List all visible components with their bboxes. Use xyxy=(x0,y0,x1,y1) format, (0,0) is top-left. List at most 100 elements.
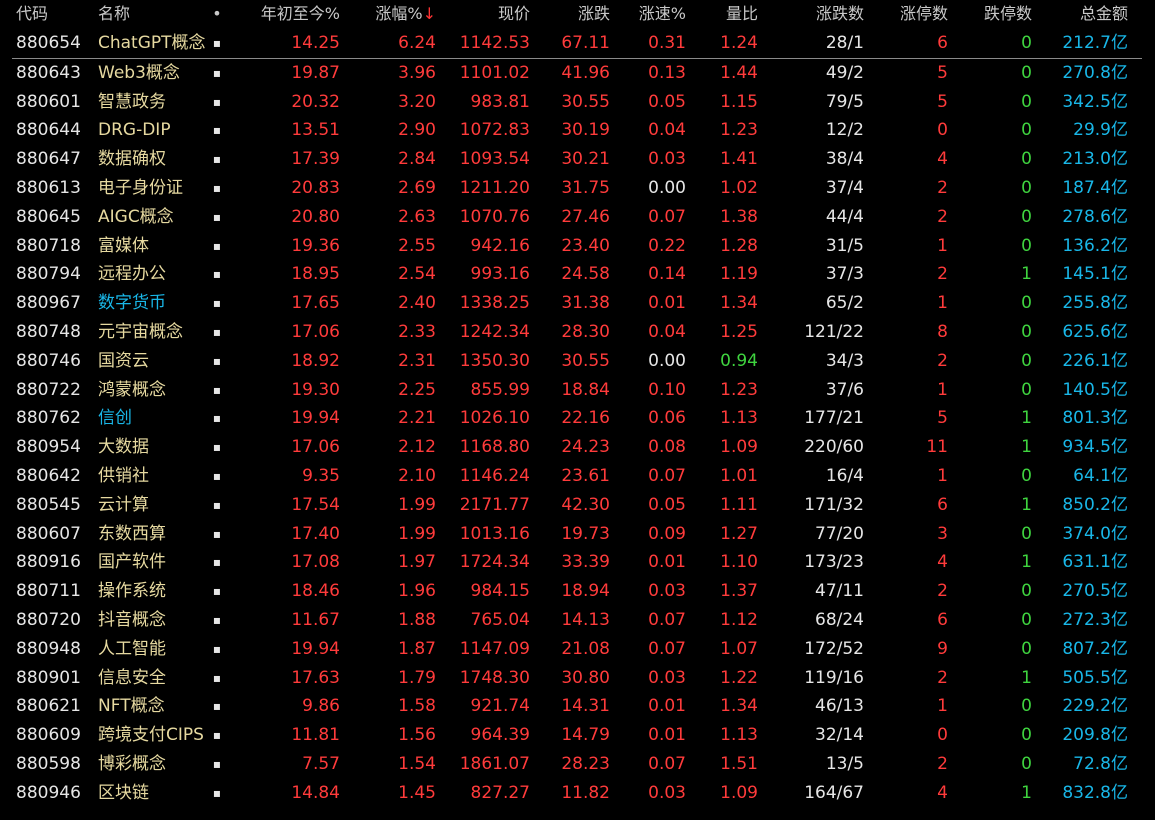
cell-adv-dec: 119/16 xyxy=(804,667,864,688)
col-header-price[interactable]: 现价 xyxy=(444,0,530,29)
col-header-limit-down[interactable]: 跌停数 xyxy=(956,0,1032,29)
cell-ytd: 7.57 xyxy=(302,754,340,774)
cell-change: 2.40 xyxy=(398,293,436,314)
table-row[interactable]: 880644 DRG-DIP ▪ 13.51 2.90 1072.83 30.19 0.04 1… xyxy=(0,116,1155,145)
table-row[interactable]: 880762 信创 ▪ 19.94 2.21 1026.10 22.16 0.06 1.13 17… xyxy=(0,404,1155,433)
cell-limit-up: 11 xyxy=(926,437,948,458)
cell-name: 人工智能 xyxy=(98,638,166,659)
cell-price: 984.15 xyxy=(470,581,530,602)
table-row[interactable]: 880720 抖音概念 ▪ 11.67 1.88 765.04 14.13 0.07 1.12 6… xyxy=(0,606,1155,635)
cell-change: 1.88 xyxy=(398,610,436,630)
table-row[interactable]: 880722 鸿蒙概念 ▪ 19.30 2.25 855.99 18.84 0.10 1.23 3… xyxy=(0,376,1155,405)
cell-code: 880954 xyxy=(16,437,81,458)
cell-ytd: 17.06 xyxy=(291,322,340,342)
cell-ytd: 18.92 xyxy=(291,350,340,371)
col-header-limit-up[interactable]: 涨停数 xyxy=(872,0,948,29)
table-row[interactable]: 880711 操作系统 ▪ 18.46 1.96 984.15 18.94 0.03 1.37 4… xyxy=(0,577,1155,606)
cell-ytd: 17.54 xyxy=(291,494,340,515)
cell-speed: 0.14 xyxy=(648,264,686,285)
cell-change: 2.63 xyxy=(398,206,436,227)
table-row[interactable]: 880654 ChatGPT概念 ▪ 14.25 6.24 1142.53 67.11 0.3… xyxy=(0,29,1155,58)
col-header-volume-ratio[interactable]: 量比 xyxy=(692,0,758,29)
table-row[interactable]: 880794 远程办公 ▪ 18.95 2.54 993.16 24.58 0.14 1.19 3… xyxy=(0,260,1155,289)
cell-ytd: 17.08 xyxy=(291,552,340,573)
cell-limit-up: 0 xyxy=(937,725,948,746)
cell-name: 元宇宙概念 xyxy=(98,322,183,342)
table-row[interactable]: 880598 博彩概念 ▪ 7.57 1.54 1861.07 28.23 0.07 1.51 1… xyxy=(0,750,1155,779)
cell-limit-up: 5 xyxy=(937,91,948,112)
table-row[interactable]: 880643 Web3概念 ▪ 19.87 3.96 1101.02 41.96 0.13 1.… xyxy=(0,59,1155,88)
cell-delta: 21.08 xyxy=(561,638,610,659)
cell-amount: 625.6亿 xyxy=(1062,322,1128,342)
cell-code: 880762 xyxy=(16,408,81,429)
table-header: 代码 名称 • 年初至今% 涨幅%↓ 现价 涨跌 涨速% 量比 涨跌数 涨停数 … xyxy=(0,0,1155,29)
cell-ytd: 17.39 xyxy=(291,149,340,170)
cell-limit-down: 1 xyxy=(1021,264,1032,285)
cell-ytd: 19.30 xyxy=(291,379,340,400)
col-header-code[interactable]: 代码 xyxy=(16,0,88,29)
cell-amount: 801.3亿 xyxy=(1062,408,1128,429)
cell-delta: 23.40 xyxy=(561,235,610,256)
table-row[interactable]: 880647 数据确权 ▪ 17.39 2.84 1093.54 30.21 0.03 1.41… xyxy=(0,145,1155,174)
table-row[interactable]: 880607 东数西算 ▪ 17.40 1.99 1013.16 19.73 0.09 1.27… xyxy=(0,520,1155,549)
table-row[interactable]: 880946 区块链 ▪ 14.84 1.45 827.27 11.82 0.03 1.09 16… xyxy=(0,779,1155,808)
cell-volume-ratio: 1.22 xyxy=(720,667,758,688)
table-row[interactable]: 880642 供销社 ▪ 9.35 2.10 1146.24 23.61 0.07 1.01 16… xyxy=(0,462,1155,491)
cell-amount: 209.8亿 xyxy=(1062,725,1128,746)
table-row[interactable]: 880718 富媒体 ▪ 19.36 2.55 942.16 23.40 0.22 1.28 31… xyxy=(0,232,1155,261)
cell-speed: 0.03 xyxy=(648,782,686,803)
cell-limit-up: 2 xyxy=(937,178,948,198)
cell-delta: 28.30 xyxy=(561,322,610,342)
col-header-delta[interactable]: 涨跌 xyxy=(536,0,610,29)
cell-speed: 0.01 xyxy=(648,725,686,746)
cell-volume-ratio: 1.02 xyxy=(720,178,758,198)
table-row[interactable]: 880545 云计算 ▪ 17.54 1.99 2171.77 42.30 0.05 1.11 1… xyxy=(0,491,1155,520)
cell-delta: 28.23 xyxy=(561,754,610,774)
col-header-name[interactable]: 名称 xyxy=(98,0,216,29)
table-row[interactable]: 880748 元宇宙概念 ▪ 17.06 2.33 1242.34 28.30 0.04 1.2… xyxy=(0,318,1155,347)
cell-name: 数据确权 xyxy=(98,149,166,170)
row-marker-icon: ▪ xyxy=(212,411,222,426)
cell-volume-ratio: 1.37 xyxy=(720,581,758,602)
table-row[interactable]: 880645 AIGC概念 ▪ 20.80 2.63 1070.76 27.46 0.07 1.… xyxy=(0,203,1155,232)
cell-limit-down: 1 xyxy=(1021,782,1032,803)
cell-limit-up: 6 xyxy=(937,610,948,630)
table-row[interactable]: 880901 信息安全 ▪ 17.63 1.79 1748.30 30.80 0.03 1.22… xyxy=(0,664,1155,693)
cell-limit-down: 0 xyxy=(1021,293,1032,314)
cell-volume-ratio: 1.13 xyxy=(720,408,758,429)
table-row[interactable]: 880609 跨境支付CIPS ▪ 11.81 1.56 964.39 14.79 0.01 1… xyxy=(0,721,1155,750)
row-marker-icon: ▪ xyxy=(212,209,222,224)
cell-speed: 0.31 xyxy=(648,33,686,53)
col-header-speed[interactable]: 涨速% xyxy=(618,0,686,29)
cell-name: 信创 xyxy=(98,408,132,429)
table-row[interactable]: 880613 电子身份证 ▪ 20.83 2.69 1211.20 31.75 0.00 1.0… xyxy=(0,174,1155,203)
col-header-amount[interactable]: 总金额 xyxy=(1040,0,1128,29)
cell-adv-dec: 37/6 xyxy=(825,379,864,400)
cell-amount: 374.0亿 xyxy=(1062,523,1128,544)
cell-ytd: 9.35 xyxy=(302,466,340,486)
cell-speed: 0.05 xyxy=(648,91,686,112)
cell-price: 1093.54 xyxy=(459,149,530,170)
cell-volume-ratio: 1.38 xyxy=(720,206,758,227)
table-row[interactable]: 880948 人工智能 ▪ 19.94 1.87 1147.09 21.08 0.07 1.07… xyxy=(0,635,1155,664)
table-row[interactable]: 880954 大数据 ▪ 17.06 2.12 1168.80 24.23 0.08 1.09 2… xyxy=(0,433,1155,462)
cell-delta: 23.61 xyxy=(561,466,610,486)
cell-limit-up: 1 xyxy=(937,466,948,486)
col-header-ytd[interactable]: 年初至今% xyxy=(232,0,340,29)
col-header-change[interactable]: 涨幅%↓ xyxy=(352,0,436,29)
table-row[interactable]: 880967 数字货币 ▪ 17.65 2.40 1338.25 31.38 0.01 1.34… xyxy=(0,289,1155,318)
cell-speed: 0.01 xyxy=(648,696,686,717)
table-row[interactable]: 880746 国资云 ▪ 18.92 2.31 1350.30 30.55 0.00 0.94 3… xyxy=(0,347,1155,376)
table-row[interactable]: 880621 NFT概念 ▪ 9.86 1.58 921.74 14.31 0.01 1.34 4… xyxy=(0,692,1155,721)
cell-speed: 0.00 xyxy=(648,350,686,371)
cell-change: 6.24 xyxy=(398,33,436,53)
col-header-adv-dec[interactable]: 涨跌数 xyxy=(764,0,864,29)
cell-code: 880644 xyxy=(16,120,81,141)
cell-change: 1.87 xyxy=(398,638,436,659)
cell-delta: 30.55 xyxy=(561,91,610,112)
cell-limit-down: 0 xyxy=(1021,350,1032,371)
table-row[interactable]: 880916 国产软件 ▪ 17.08 1.97 1724.34 33.39 0.01 1.10… xyxy=(0,548,1155,577)
cell-name: 国资云 xyxy=(98,350,149,371)
cell-change: 2.31 xyxy=(398,350,436,371)
table-row[interactable]: 880601 智慧政务 ▪ 20.32 3.20 983.81 30.55 0.05 1.15 7… xyxy=(0,88,1155,117)
